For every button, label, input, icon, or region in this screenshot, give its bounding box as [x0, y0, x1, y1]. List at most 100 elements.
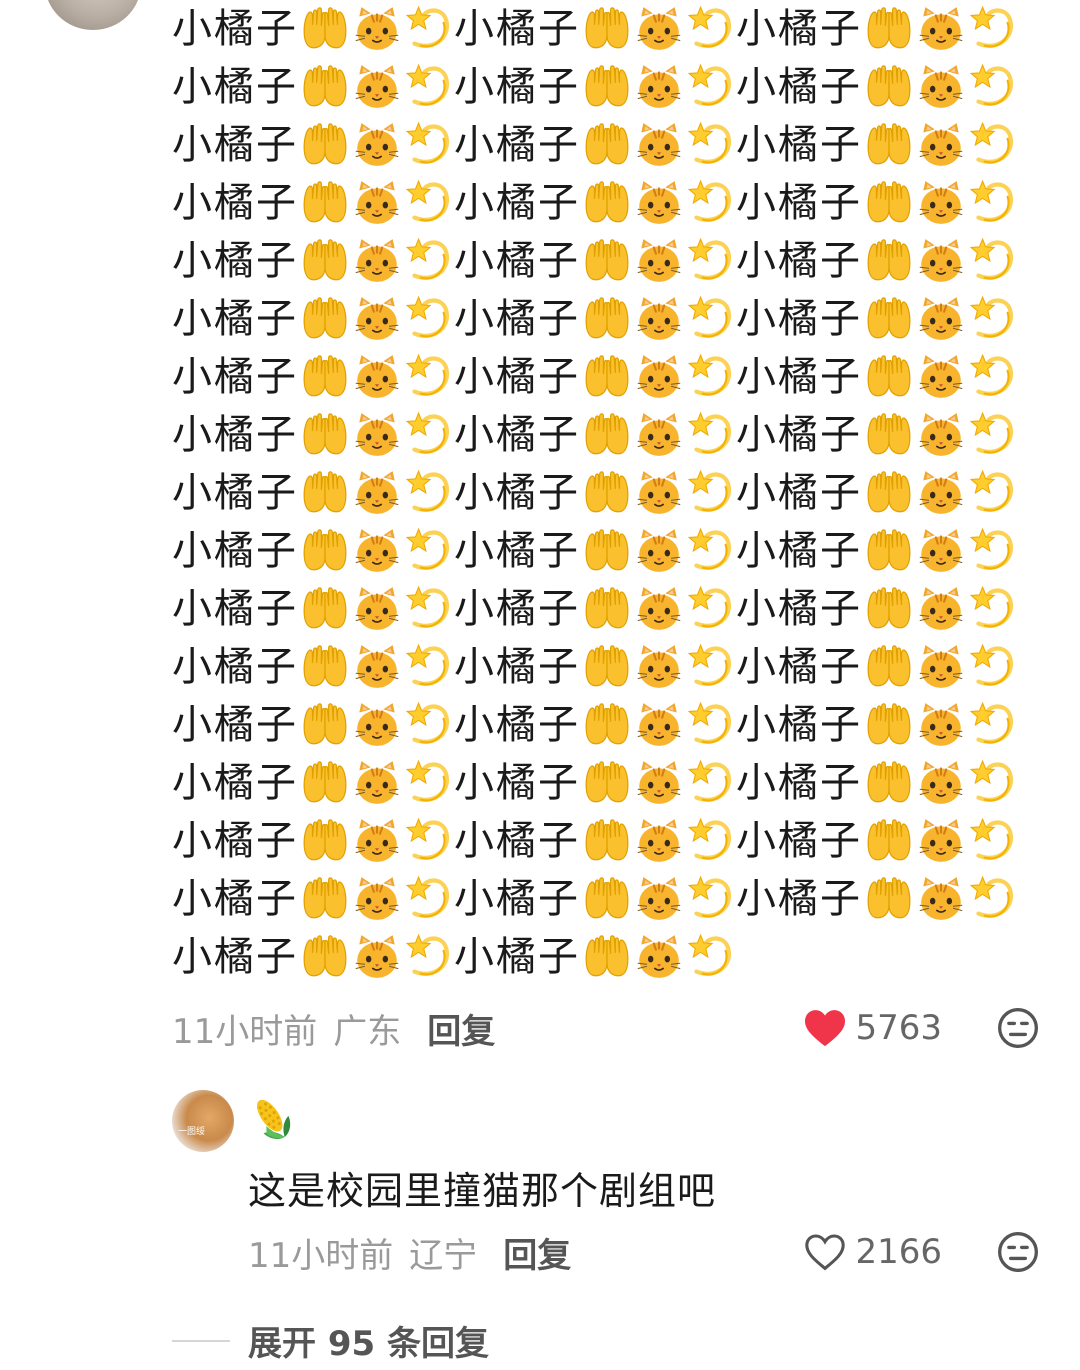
reply-location: 辽宁	[409, 1235, 478, 1276]
palms-up-together-icon	[864, 178, 914, 228]
comment-text: 小橘子	[454, 354, 580, 400]
palms-up-together-icon	[300, 120, 350, 170]
expand-replies-label: 展开 95 条回复	[248, 1324, 489, 1364]
commenter-avatar[interactable]	[45, 0, 141, 30]
comment-segment: 小橘子	[454, 236, 736, 286]
reply-time: 11小时前	[248, 1235, 394, 1276]
palms-up-together-icon	[300, 410, 350, 460]
dizzy-star-icon	[686, 352, 736, 402]
comment-text: 小橘子	[172, 876, 298, 922]
cat-face-icon	[634, 410, 684, 460]
comment-segment: 小橘子	[454, 874, 736, 924]
comment-text: 小橘子	[172, 64, 298, 110]
cat-face-icon	[916, 352, 966, 402]
comment-segment: 小橘子	[736, 352, 1018, 402]
comment-segment: 小橘子	[172, 816, 454, 866]
cat-face-icon	[916, 4, 966, 54]
cat-face-icon	[634, 700, 684, 750]
palms-up-together-icon	[582, 4, 632, 54]
comment-text: 小橘子	[172, 702, 298, 748]
comment-text: 小橘子	[736, 122, 862, 168]
comment-text: 小橘子	[736, 238, 862, 284]
dizzy-star-icon	[404, 62, 454, 112]
dizzy-star-icon	[686, 62, 736, 112]
comment-text: 小橘子	[736, 180, 862, 226]
comment-text: 小橘子	[736, 702, 862, 748]
expand-divider	[172, 1339, 230, 1342]
comment-body: 小橘子 小橘子 小橘子 小橘子 小橘子 小橘子 小橘子 小橘子 小橘子 小橘子 小橘子 小橘子 小橘子小…	[172, 0, 1052, 986]
comment-segment: 小橘子	[454, 700, 736, 750]
palms-up-together-icon	[582, 294, 632, 344]
comment-text: 小橘子	[454, 818, 580, 864]
dizzy-star-icon	[404, 468, 454, 518]
dizzy-star-icon	[968, 236, 1018, 286]
palms-up-together-icon	[582, 178, 632, 228]
palms-up-together-icon	[582, 932, 632, 982]
comment-segment: 小橘子	[454, 932, 736, 982]
comment-segment: 小橘子	[172, 178, 454, 228]
palms-up-together-icon	[864, 62, 914, 112]
reply-like-button[interactable]: 2166	[803, 1232, 942, 1272]
cat-face-icon	[916, 584, 966, 634]
dizzy-star-icon	[686, 874, 736, 924]
palms-up-together-icon	[300, 584, 350, 634]
comment-text: 小橘子	[172, 760, 298, 806]
comment-text: 小橘子	[172, 934, 298, 980]
comment-segment: 小橘子	[172, 758, 454, 808]
palms-up-together-icon	[300, 700, 350, 750]
palms-up-together-icon	[864, 352, 914, 402]
dislike-face-icon[interactable]	[996, 1006, 1040, 1050]
cat-face-icon	[634, 178, 684, 228]
expand-replies-button[interactable]: 展开 95 条回复	[172, 1316, 489, 1365]
comment-text: 小橘子	[172, 238, 298, 284]
corn-icon[interactable]	[248, 1092, 300, 1144]
dizzy-star-icon	[686, 120, 736, 170]
palms-up-together-icon	[864, 758, 914, 808]
comment-text: 小橘子	[454, 180, 580, 226]
comment-text: 小橘子	[172, 180, 298, 226]
comment-text: 小橘子	[736, 586, 862, 632]
palms-up-together-icon	[300, 816, 350, 866]
comment-segment: 小橘子	[736, 758, 1018, 808]
reply-reply-button[interactable]: 回复	[503, 1228, 571, 1277]
palms-up-together-icon	[300, 352, 350, 402]
dizzy-star-icon	[968, 120, 1018, 170]
reply-button[interactable]: 回复	[427, 1004, 495, 1053]
palms-up-together-icon	[300, 932, 350, 982]
cat-face-icon	[916, 526, 966, 576]
dislike-face-icon[interactable]	[996, 1230, 1040, 1274]
cat-face-icon	[634, 932, 684, 982]
dizzy-star-icon	[404, 410, 454, 460]
comment-text: 小橘子	[736, 412, 862, 458]
comment-segment: 小橘子	[454, 120, 736, 170]
dizzy-star-icon	[968, 62, 1018, 112]
cat-face-icon	[352, 62, 402, 112]
palms-up-together-icon	[582, 758, 632, 808]
comment-text: 小橘子	[736, 528, 862, 574]
comment-line: 小橘子 小橘子 小橘子	[172, 58, 1052, 116]
comment-text: 小橘子	[454, 296, 580, 342]
comment-location: 广东	[333, 1011, 402, 1052]
palms-up-together-icon	[300, 874, 350, 924]
like-button[interactable]: 5763	[803, 1008, 942, 1048]
palms-up-together-icon	[582, 410, 632, 460]
comment-text: 小橘子	[736, 818, 862, 864]
comment-segment: 小橘子	[454, 584, 736, 634]
cat-face-icon	[352, 700, 402, 750]
comment-text: 小橘子	[454, 586, 580, 632]
cat-face-icon	[916, 62, 966, 112]
comment-text: 小橘子	[736, 296, 862, 342]
comment-segment: 小橘子	[736, 526, 1018, 576]
comment-segment: 小橘子	[736, 642, 1018, 692]
comment-segment: 小橘子	[172, 4, 454, 54]
cat-face-icon	[634, 4, 684, 54]
comment-text: 小橘子	[172, 296, 298, 342]
comment-segment: 小橘子	[736, 62, 1018, 112]
palms-up-together-icon	[582, 468, 632, 518]
comment-line: 小橘子 小橘子 小橘子	[172, 174, 1052, 232]
reply-avatar[interactable]: 一图绥	[172, 1090, 234, 1152]
dizzy-star-icon	[968, 584, 1018, 634]
comment-segment: 小橘子	[172, 236, 454, 286]
palms-up-together-icon	[864, 468, 914, 518]
reply-avatar-caption: 一图绥	[178, 1127, 206, 1137]
